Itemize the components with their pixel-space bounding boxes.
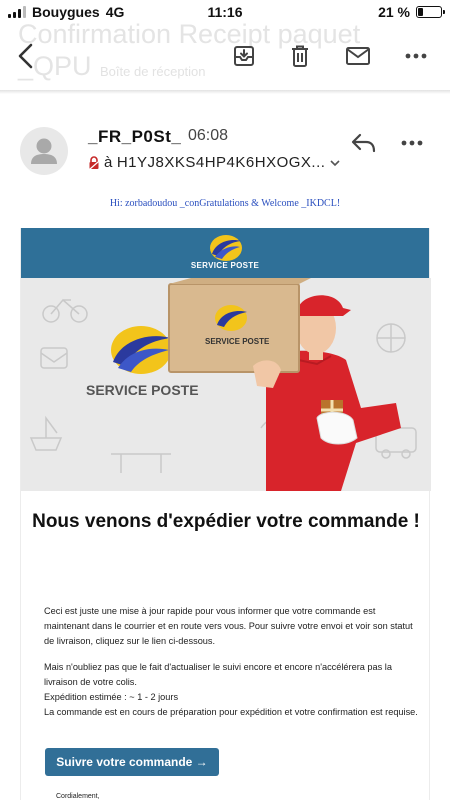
hero-image: SERVICE POSTE SERVICE POSTE xyxy=(21,278,431,491)
archive-button[interactable] xyxy=(228,40,260,72)
battery-fill xyxy=(418,8,423,16)
email-paragraph-2: Mais n'oubliez pas que le fait d'actuali… xyxy=(44,660,419,720)
email-line: Mais n'oubliez pas que le fait d'actuali… xyxy=(44,662,392,687)
sender-name[interactable]: _FR_P0St_ xyxy=(88,127,181,147)
back-button[interactable] xyxy=(10,40,42,72)
banner-brand-label: SERVICE POSTE xyxy=(190,261,260,270)
mail-icon xyxy=(346,47,370,65)
delete-button[interactable] xyxy=(284,40,316,72)
sent-time: 06:08 xyxy=(188,127,229,144)
sender-avatar[interactable] xyxy=(20,127,68,175)
mark-unread-button[interactable] xyxy=(342,40,374,72)
svg-text:SERVICE POSTE: SERVICE POSTE xyxy=(86,382,199,398)
email-line: La commande est en cours de préparation … xyxy=(44,707,418,717)
back-icon xyxy=(18,43,33,69)
battery-icon xyxy=(416,6,445,18)
reply-icon xyxy=(351,133,376,153)
email-paragraph-1: Ceci est juste une mise à jour rapide po… xyxy=(44,606,413,646)
greeting-line: Hi: zorbadoudou _conGratulations & Welco… xyxy=(109,198,341,209)
more-options-button[interactable] xyxy=(400,40,432,72)
recipient-row[interactable]: à H1YJ8XKS4HP4K6HXOGX... xyxy=(88,154,341,171)
courier-illustration: SERVICE POSTE SERVICE POSTE xyxy=(21,278,431,491)
lock-icon xyxy=(89,155,99,169)
track-order-button[interactable]: Suivre votre commande → xyxy=(45,748,219,776)
recipient-address: H1YJ8XKS4HP4K6HXOGX... xyxy=(116,154,326,171)
email-headline: Nous venons d'expédier votre commande ! xyxy=(32,511,420,532)
background-folder-label: Boîte de réception xyxy=(100,64,206,79)
more-icon xyxy=(405,53,427,59)
email-body: SERVICE POSTE SERVICE POSTE SERVICE POST… xyxy=(20,228,431,800)
email-banner: SERVICE POSTE xyxy=(21,228,429,278)
toolbar-shadow xyxy=(0,90,450,94)
toolbar: Confirmation Receipt paquet _QPU Boîte d… xyxy=(0,19,450,90)
reply-button[interactable] xyxy=(350,131,378,155)
chevron-down-icon xyxy=(330,159,341,166)
svg-text:SERVICE POSTE: SERVICE POSTE xyxy=(205,337,270,346)
message-more-button[interactable] xyxy=(400,131,432,155)
email-line: Expédition estimée : ~ 1 - 2 jours xyxy=(44,692,179,702)
more-icon xyxy=(401,140,423,146)
archive-icon xyxy=(234,46,254,66)
sign-off: Cordialement, xyxy=(56,793,100,800)
person-icon xyxy=(31,138,57,164)
trash-icon xyxy=(292,45,308,67)
background-subject-title: Confirmation Receipt paquet xyxy=(18,19,361,49)
recipient-prefix: à xyxy=(104,154,113,171)
